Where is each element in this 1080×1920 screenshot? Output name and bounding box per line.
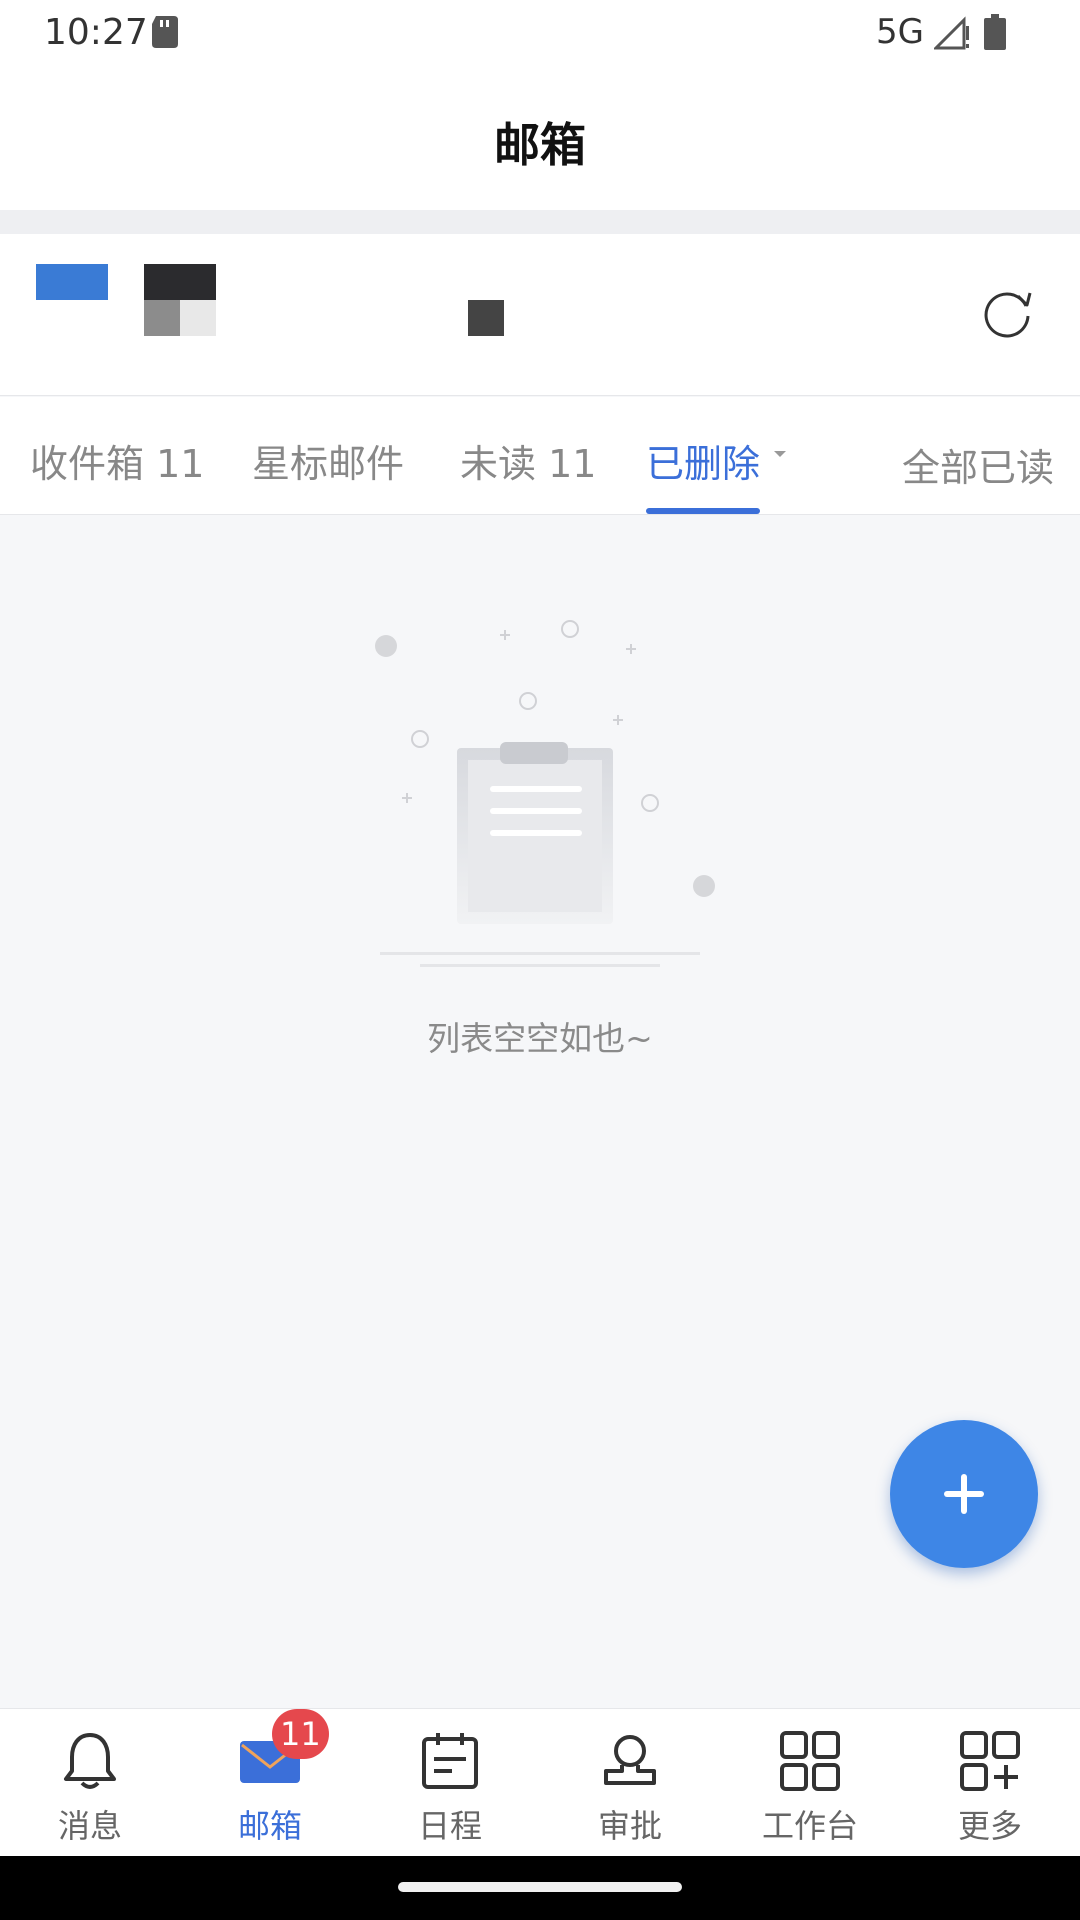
nav-item-schedule[interactable]: 日程 xyxy=(360,1709,540,1857)
refresh-icon[interactable] xyxy=(980,286,1034,340)
clipboard-icon xyxy=(375,620,715,967)
status-time: 10:27 xyxy=(44,12,148,53)
nav-item-messages[interactable]: 消息 xyxy=(0,1709,180,1857)
app-header: 邮箱 xyxy=(0,64,1080,210)
calendar-icon xyxy=(422,1733,478,1789)
grid-plus-icon xyxy=(960,1731,1020,1791)
nav-label: 邮箱 xyxy=(237,1807,302,1845)
system-nav-bar xyxy=(0,1856,1080,1920)
mark-all-read-button[interactable]: 全部已读 xyxy=(902,437,1054,492)
tab-starred[interactable]: 星标邮件 xyxy=(252,433,404,488)
nav-label: 更多 xyxy=(957,1807,1022,1845)
mailbox-tabs: 收件箱 11 星标邮件 未读 11 已删除 全部已读 xyxy=(0,397,1080,515)
nav-label: 日程 xyxy=(417,1807,482,1845)
nav-item-mailbox[interactable]: 11 邮箱 xyxy=(180,1709,360,1857)
account-row[interactable] xyxy=(0,234,1080,396)
account-email-mosaic xyxy=(468,300,504,336)
grid-icon xyxy=(780,1731,840,1791)
page-title: 邮箱 xyxy=(494,118,586,172)
signal-icon xyxy=(934,16,969,50)
active-tab-indicator xyxy=(646,508,760,514)
nav-item-approval[interactable]: 审批 xyxy=(540,1709,720,1857)
battery-icon xyxy=(984,14,1006,50)
tab-inbox[interactable]: 收件箱 11 xyxy=(30,433,204,488)
header-divider xyxy=(0,210,1080,234)
nav-item-workbench[interactable]: 工作台 xyxy=(720,1709,900,1857)
status-bar: 10:27 5G xyxy=(0,0,1080,64)
network-type: 5G xyxy=(876,12,924,52)
account-avatar xyxy=(36,264,108,300)
nav-label: 审批 xyxy=(597,1807,662,1845)
account-name-mosaic xyxy=(144,264,216,336)
unread-badge: 11 xyxy=(272,1709,329,1759)
empty-state-text: 列表空空如也~ xyxy=(427,1019,653,1058)
bell-icon xyxy=(64,1733,116,1789)
nav-item-more[interactable]: 更多 xyxy=(900,1709,1080,1857)
tab-deleted[interactable]: 已删除 xyxy=(646,433,760,488)
nav-label: 消息 xyxy=(57,1807,122,1845)
approval-icon xyxy=(604,1735,656,1785)
sd-card-icon xyxy=(152,16,178,48)
nav-label: 工作台 xyxy=(761,1807,858,1845)
home-indicator[interactable] xyxy=(398,1882,682,1892)
tab-unread[interactable]: 未读 11 xyxy=(460,433,596,488)
plus-icon xyxy=(944,1474,984,1514)
bottom-nav: 消息 11 邮箱 日程 审批 工作台 更多 xyxy=(0,1708,1080,1856)
compose-button[interactable] xyxy=(890,1420,1038,1568)
chevron-down-icon[interactable] xyxy=(772,449,788,459)
